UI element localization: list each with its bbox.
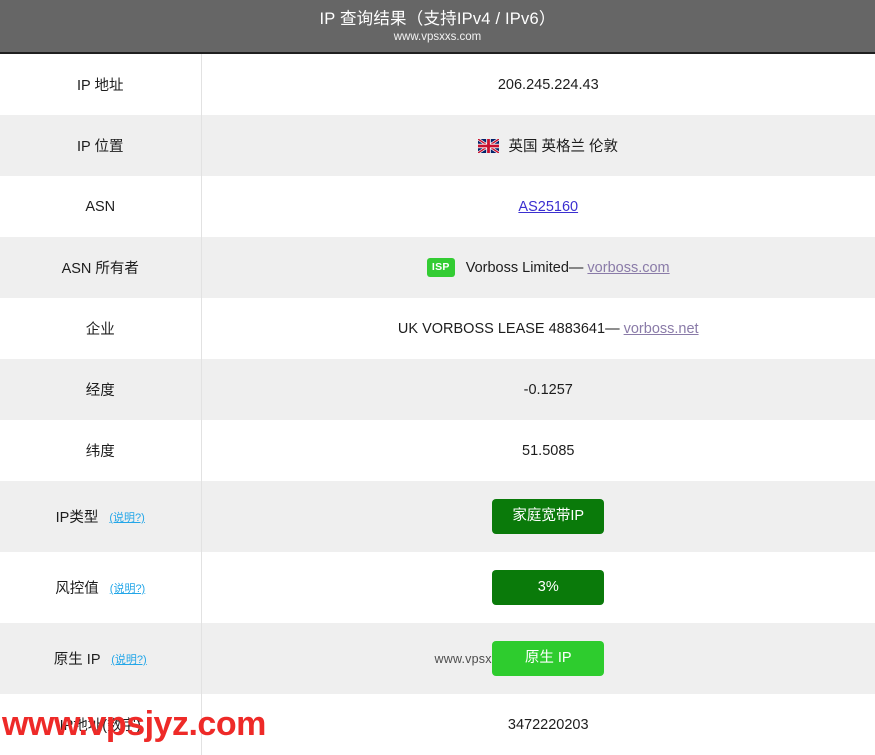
- row-label-organization: 企业: [0, 298, 202, 359]
- row-label-ip-location: IP 位置: [0, 115, 202, 176]
- row-value-ip-numeric: 3472220203: [201, 694, 875, 755]
- row-value-ip-location: 英国 英格兰 伦敦: [201, 115, 875, 176]
- row-label-native-ip: 原生 IP (说明?): [0, 623, 202, 694]
- table-row-asn: ASN AS25160: [0, 176, 875, 237]
- ip-address-text: 206.245.224.43: [497, 76, 599, 93]
- table-row-organization: 企业 UK VORBOSS LEASE 4883641— vorboss.net: [0, 298, 875, 359]
- row-label-asn: ASN: [0, 176, 202, 237]
- ip-type-badge: 家庭宽带IP: [492, 498, 605, 535]
- row-value-latitude: 51.5085: [201, 420, 875, 481]
- table-row-asn-owner: ASN 所有者 ISP Vorboss Limited— vorboss.com: [0, 237, 875, 298]
- row-label-ip-type: IP类型 (说明?): [0, 481, 202, 552]
- native-ip-label-text: 原生 IP: [53, 652, 101, 668]
- row-value-asn-owner: ISP Vorboss Limited— vorboss.com: [201, 237, 875, 298]
- row-value-organization: UK VORBOSS LEASE 4883641— vorboss.net: [201, 298, 875, 359]
- table-row-longitude: 经度 -0.1257: [0, 359, 875, 420]
- row-value-ip-address: 206.245.224.43: [201, 54, 875, 115]
- row-value-risk-score: 3%: [201, 552, 875, 623]
- row-label-asn-owner: ASN 所有者: [0, 237, 202, 298]
- risk-score-badge: 3%: [492, 569, 605, 606]
- asn-owner-website-link[interactable]: vorboss.com: [587, 260, 669, 276]
- organization-text: UK VORBOSS LEASE 4883641—: [397, 320, 620, 337]
- table-row-native-ip: 原生 IP (说明?) www.vpsxxs.com 原生 IP: [0, 623, 875, 694]
- table-row-ip-address: IP 地址 206.245.224.43: [0, 54, 875, 115]
- table-row-ip-location: IP 位置 英国 英格兰 伦敦: [0, 115, 875, 176]
- row-value-longitude: -0.1257: [201, 359, 875, 420]
- risk-score-help-link[interactable]: (说明?): [110, 583, 145, 595]
- row-label-ip-address: IP 地址: [0, 54, 202, 115]
- asn-owner-text: Vorboss Limited—: [465, 259, 584, 276]
- row-value-ip-type: 家庭宽带IP: [201, 481, 875, 552]
- asn-link[interactable]: AS25160: [518, 199, 578, 215]
- isp-badge: ISP: [426, 257, 455, 278]
- row-value-asn: AS25160: [201, 176, 875, 237]
- native-ip-help-link[interactable]: (说明?): [111, 654, 146, 666]
- ip-type-label-text: IP类型: [55, 510, 99, 526]
- row-label-ip-numeric: IP地址(数字): [0, 694, 202, 755]
- longitude-text: -0.1257: [523, 381, 573, 398]
- latitude-text: 51.5085: [522, 442, 575, 459]
- organization-website-link[interactable]: vorboss.net: [624, 321, 699, 337]
- risk-score-label-text: 风控值: [55, 581, 99, 597]
- page-subtitle: www.vpsxxs.com: [393, 31, 482, 43]
- row-value-native-ip: www.vpsxxs.com 原生 IP: [201, 623, 875, 694]
- row-label-longitude: 经度: [0, 359, 202, 420]
- table-row-ip-type: IP类型 (说明?) 家庭宽带IP: [0, 481, 875, 552]
- table-row-risk-score: 风控值 (说明?) 3%: [0, 552, 875, 623]
- ip-type-help-link[interactable]: (说明?): [109, 512, 144, 524]
- ip-numeric-text: 3472220203: [507, 716, 589, 733]
- ip-location-text: 英国 英格兰 伦敦: [508, 139, 619, 155]
- ip-lookup-table: IP 地址 206.245.224.43 IP 位置 英国 英格兰 伦敦 ASN…: [0, 54, 875, 755]
- table-row-ip-numeric: IP地址(数字) 3472220203: [0, 694, 875, 755]
- page-title: IP 查询结果（支持IPv4 / IPv6）: [319, 10, 556, 28]
- native-ip-badge: 原生 IP: [492, 640, 605, 677]
- page-header: IP 查询结果（支持IPv4 / IPv6） www.vpsxxs.com: [0, 0, 875, 54]
- row-label-latitude: 纬度: [0, 420, 202, 481]
- uk-flag-icon: [477, 137, 501, 155]
- table-row-latitude: 纬度 51.5085: [0, 420, 875, 481]
- row-label-risk-score: 风控值 (说明?): [0, 552, 202, 623]
